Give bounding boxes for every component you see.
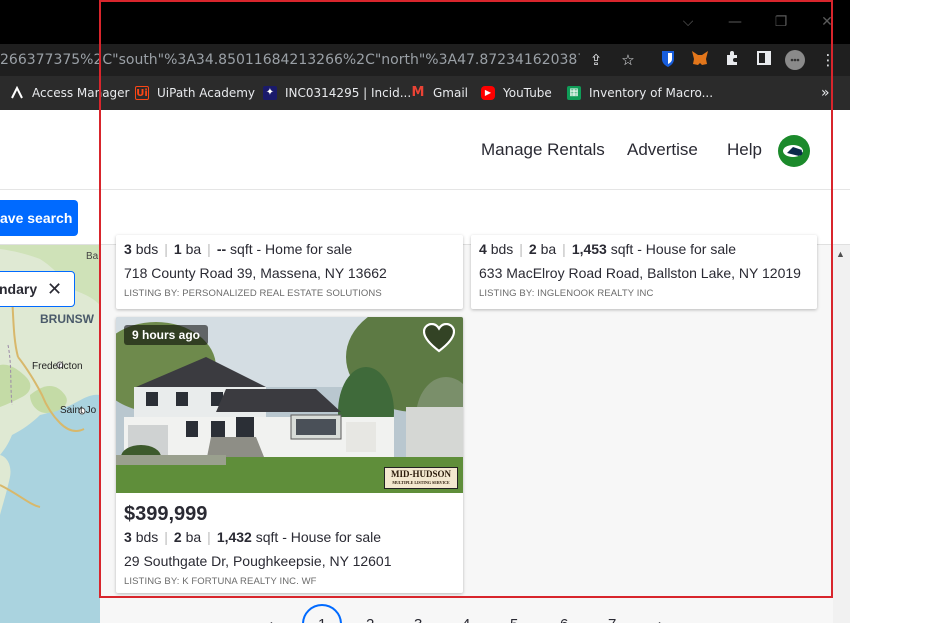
remove-boundary-chip[interactable]: ndary ✕ (0, 271, 75, 307)
browser-title-bar: ⌵ — ❐ ✕ (0, 0, 850, 44)
listing-facts: 3 bds | 2 ba | 1,432 sqft - House for sale (124, 529, 382, 545)
listing-broker: LISTING BY: K FORTUNA REALTY INC. WF (124, 576, 317, 587)
listing-facts: 4 bds | 2 ba | 1,453 sqft - House for sale (479, 241, 737, 257)
browser-toolbar: 266377375%2C"south"%3A34.85011684213266%… (0, 44, 850, 76)
nav-manage-rentals[interactable]: Manage Rentals (481, 140, 605, 160)
listing-address[interactable]: 633 MacElroy Road Road, Ballston Lake, N… (479, 265, 801, 281)
map-label-fredericton: Fredericton (32, 361, 83, 372)
listing-broker: LISTING BY: INGLENOOK REALTY INC (479, 288, 654, 299)
scroll-up-arrow-icon[interactable]: ▲ (836, 249, 845, 259)
metamask-extension-icon[interactable] (690, 50, 710, 70)
page-4[interactable]: 4 (462, 616, 470, 623)
save-home-heart-icon[interactable] (422, 322, 456, 353)
listing-facts: 3 bds | 1 ba | -- sqft - Home for sale (124, 241, 353, 257)
nav-help[interactable]: Help (727, 140, 762, 160)
listing-results-panel: 3 bds | 1 ba | -- sqft - Home for sale 718 C… (100, 235, 833, 623)
next-page-chevron-icon[interactable]: › (658, 616, 663, 623)
side-panel-icon[interactable] (754, 50, 774, 70)
user-avatar[interactable] (778, 135, 810, 167)
close-icon[interactable]: ✕ (47, 272, 62, 306)
extensions-puzzle-icon[interactable] (722, 50, 742, 70)
listing-broker: LISTING BY: PERSONALIZED REAL ESTATE SOL… (124, 288, 382, 299)
sheets-icon: ▦ (567, 86, 581, 100)
bookmark-star-icon[interactable]: ☆ (618, 50, 638, 70)
gmail-icon: M (411, 85, 425, 100)
listing-address[interactable]: 29 Southgate Dr, Poughkeepsie, NY 12601 (124, 553, 392, 569)
close-icon[interactable]: ✕ (817, 12, 837, 32)
chrome-menu-icon[interactable]: ⋮ (818, 50, 838, 70)
bookmarks-bar: Access Manager Ui UiPath Academy ✦ INC03… (0, 76, 850, 110)
map-label-ba: Ba (86, 251, 99, 262)
map-label-brunswick: BRUNSW (40, 312, 95, 326)
mid-hudson-mls-logo: MID-HUDSON MULTIPLE LISTING SERVICE (384, 467, 458, 489)
page-3[interactable]: 3 (414, 616, 422, 623)
listing-card[interactable]: 9 hours ago MID-HUDSON MULTIPLE LISTING … (116, 317, 463, 593)
servicenow-icon: ✦ (263, 86, 277, 100)
more-bookmarks-button[interactable]: » (821, 84, 830, 102)
listing-price: $399,999 (124, 503, 208, 525)
bitwarden-extension-icon[interactable] (658, 50, 678, 70)
restore-icon[interactable]: ❐ (771, 12, 791, 32)
access-manager-icon (10, 85, 24, 100)
bookmark-inventory[interactable]: ▦ Inventory of Macro... (567, 84, 713, 102)
tab-search-icon[interactable]: ⌵ (678, 12, 698, 32)
save-search-button[interactable]: ave search (0, 200, 78, 236)
bookmark-gmail[interactable]: M Gmail (411, 84, 468, 102)
prev-page-chevron-icon[interactable]: ‹ (268, 616, 273, 623)
listing-card[interactable]: 4 bds | 2 ba | 1,453 sqft - House for sale 6… (471, 235, 817, 309)
bookmark-uipath-academy[interactable]: Ui UiPath Academy (135, 84, 255, 102)
share-icon[interactable]: ⇪ (586, 50, 606, 70)
bookmark-incident[interactable]: ✦ INC0314295 | Incid... (263, 84, 411, 102)
address-bar[interactable]: 266377375%2C"south"%3A34.85011684213266%… (0, 44, 580, 76)
page-5[interactable]: 5 (510, 616, 518, 623)
map-label-saint-john: Saint Jo (60, 405, 97, 416)
avatar-icon (783, 145, 803, 157)
page-7[interactable]: 7 (608, 616, 616, 623)
bookmark-youtube[interactable]: ▶ YouTube (481, 84, 552, 102)
youtube-icon: ▶ (481, 86, 495, 100)
profile-icon[interactable] (785, 50, 805, 70)
listing-card[interactable]: 3 bds | 1 ba | -- sqft - Home for sale 718 C… (116, 235, 463, 309)
bookmark-access-manager[interactable]: Access Manager (10, 84, 130, 102)
listing-address[interactable]: 718 County Road 39, Massena, NY 13662 (124, 265, 387, 281)
page-6[interactable]: 6 (560, 616, 568, 623)
uipath-icon: Ui (135, 86, 149, 100)
listing-age-badge: 9 hours ago (124, 325, 209, 345)
page-2[interactable]: 2 (366, 616, 374, 623)
page-1[interactable]: 1 (318, 616, 326, 623)
nav-advertise[interactable]: Advertise (627, 140, 698, 160)
minimize-icon[interactable]: — (725, 12, 745, 32)
pagination: ‹ 1 2 3 4 5 6 7 › (250, 602, 700, 623)
results-scrollbar[interactable]: ▲ (833, 245, 850, 623)
listing-photo[interactable]: 9 hours ago MID-HUDSON MULTIPLE LISTING … (116, 317, 463, 493)
site-header: Manage Rentals Advertise Help (0, 110, 850, 190)
